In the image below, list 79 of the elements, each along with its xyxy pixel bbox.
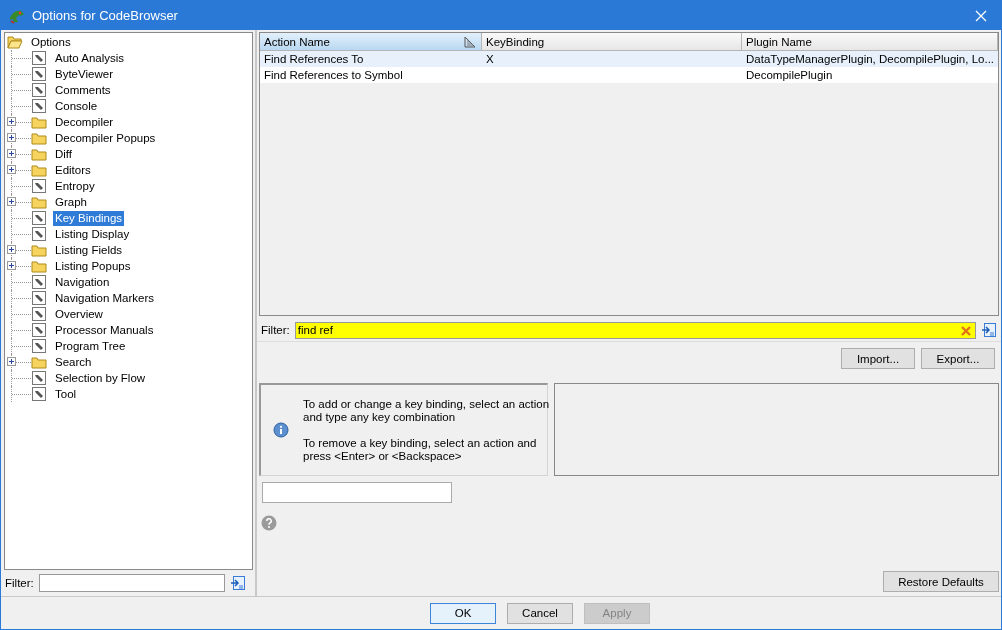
tree-item[interactable]: Tool xyxy=(53,386,79,402)
tree-item[interactable]: Auto Analysis xyxy=(53,50,127,66)
open-folder-icon xyxy=(7,34,23,50)
folder-icon xyxy=(31,114,47,130)
tree-item[interactable]: Key Bindings xyxy=(53,210,125,226)
window-title: Options for CodeBrowser xyxy=(32,8,179,23)
tree-item[interactable]: Console xyxy=(53,98,100,114)
tree-item[interactable]: Processor Manuals xyxy=(53,322,156,338)
restore-defaults-button[interactable]: Restore Defaults xyxy=(883,571,999,592)
table-cell-text: Find References to Symbol xyxy=(263,69,404,81)
column-header[interactable]: Action Name xyxy=(260,33,482,50)
table-cell-text: X xyxy=(485,53,495,65)
plus-icon xyxy=(7,197,16,206)
tree-item[interactable]: Listing Popups xyxy=(53,258,133,274)
folder-icon xyxy=(31,146,47,162)
help-icon xyxy=(261,515,277,531)
dialog-button[interactable]: OK xyxy=(430,602,496,624)
info-icon xyxy=(273,422,289,438)
expand-button[interactable] xyxy=(7,197,16,206)
filter-label: Filter: xyxy=(5,577,34,589)
tree-item[interactable]: Selection by Flow xyxy=(53,370,148,386)
tree-item[interactable]: Options xyxy=(29,34,73,50)
filter-field[interactable]: find ref xyxy=(294,321,976,339)
expand-button[interactable] xyxy=(7,133,16,142)
filter-field[interactable] xyxy=(38,574,225,592)
info-text: To remove a key binding, select an action and press <Enter> or <Backspace> xyxy=(303,436,538,463)
folder-icon xyxy=(31,130,47,146)
tree-item[interactable]: Search xyxy=(53,354,94,370)
folder-icon xyxy=(31,354,47,370)
table-cell-text: DecompilePlugin xyxy=(745,69,834,81)
expand-button[interactable] xyxy=(7,117,16,126)
info-text: To add or change a key binding, select an action and type any key combination xyxy=(303,397,551,424)
folder-icon xyxy=(31,162,47,178)
table-cell-text: DataTypeManagerPlugin, DecompilePlugin, Lo... xyxy=(745,53,996,65)
tree-item[interactable]: Listing Fields xyxy=(53,242,125,258)
close-icon xyxy=(975,9,987,22)
key-binding-field[interactable] xyxy=(262,482,452,503)
tree-item[interactable]: Navigation Markers xyxy=(53,290,157,306)
tree-item[interactable]: Decompiler Popups xyxy=(53,130,158,146)
plus-icon xyxy=(7,149,16,158)
plus-icon xyxy=(7,133,16,142)
tree-item[interactable]: Listing Display xyxy=(53,226,132,242)
expand-button[interactable] xyxy=(7,165,16,174)
table-row[interactable]: Find References to Symbol DecompilePlugin xyxy=(260,67,998,83)
clear-button[interactable] xyxy=(960,324,972,337)
tree-item[interactable]: Entropy xyxy=(53,178,97,194)
tree-item[interactable]: Diff xyxy=(53,146,75,162)
filter-options-button[interactable] xyxy=(981,322,997,338)
plus-icon xyxy=(7,357,16,366)
filter-options-button[interactable] xyxy=(229,575,246,591)
tree-item[interactable]: Editors xyxy=(53,162,93,178)
expand-button[interactable] xyxy=(7,149,16,158)
plus-icon xyxy=(7,245,16,254)
folder-icon xyxy=(31,194,47,210)
plus-icon xyxy=(7,117,16,126)
sort-icon xyxy=(463,34,477,49)
table-cell-text: Find References To xyxy=(263,53,365,65)
filter-label: Filter: xyxy=(261,324,290,336)
tree-item[interactable]: Graph xyxy=(53,194,89,210)
folder-icon xyxy=(31,258,47,274)
expand-button[interactable] xyxy=(7,357,16,366)
clear-icon xyxy=(960,324,972,337)
table-row[interactable]: Find References To X DataTypeManagerPlugin, DecompilePlugin, Lo... xyxy=(260,51,998,67)
tree-item[interactable]: Program Tree xyxy=(53,338,128,354)
column-header[interactable]: KeyBinding xyxy=(482,33,742,50)
dialog-button[interactable]: Cancel xyxy=(507,602,573,624)
plus-icon xyxy=(7,261,16,270)
tree-item[interactable]: ByteViewer xyxy=(53,66,115,82)
tree-item[interactable]: Decompiler xyxy=(53,114,116,130)
tree-item[interactable]: Comments xyxy=(53,82,113,98)
action-button[interactable]: Export... xyxy=(921,348,995,369)
action-button[interactable]: Import... xyxy=(841,348,915,369)
expand-button[interactable] xyxy=(7,245,16,254)
tree-item[interactable]: Navigation xyxy=(53,274,112,290)
expand-button[interactable] xyxy=(7,261,16,270)
plus-icon xyxy=(7,165,16,174)
folder-icon xyxy=(31,242,47,258)
column-header[interactable]: Plugin Name xyxy=(742,33,998,50)
tree-item[interactable]: Overview xyxy=(53,306,105,322)
